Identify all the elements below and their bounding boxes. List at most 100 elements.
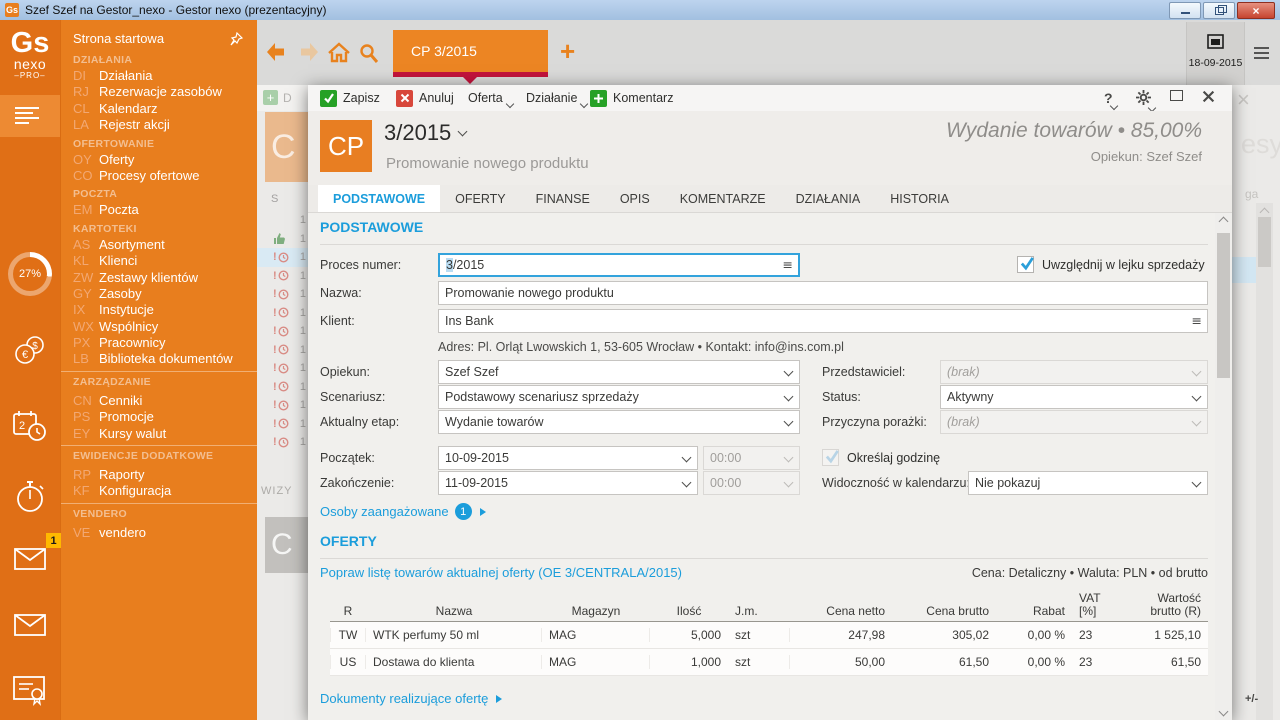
rail-currency-button[interactable]: $ € xyxy=(0,334,60,368)
klient-field[interactable]: Ins Bank ≡ xyxy=(438,309,1208,333)
zakonczenie-time-dropdown: 00:00 xyxy=(703,471,800,495)
tab-komentarze[interactable]: KOMENTARZE xyxy=(665,185,781,212)
help-button[interactable]: ? xyxy=(1104,90,1117,106)
close-button[interactable]: × xyxy=(1237,2,1275,19)
nazwa-field[interactable]: Promowanie nowego produktu xyxy=(438,281,1208,305)
rail-license-button[interactable] xyxy=(0,672,60,708)
comment-button[interactable]: Komentarz xyxy=(590,85,673,111)
sidebar-item-kursy-walut[interactable]: EYKursy walut xyxy=(61,426,257,442)
sidebar-item-konfiguracja[interactable]: KFKonfiguracja xyxy=(61,483,257,499)
godzina-checkbox xyxy=(822,449,839,466)
sidebar-item-promocje[interactable]: PSPromocje xyxy=(61,409,257,425)
tab-oferty[interactable]: OFERTY xyxy=(440,185,520,212)
offer-menu-button[interactable]: Oferta xyxy=(468,85,513,111)
rail-progress-button[interactable]: 27% xyxy=(0,252,60,296)
backdrop-list-row: !1 xyxy=(257,285,308,304)
etap-dropdown[interactable]: Wydanie towarów xyxy=(438,410,800,434)
rail-menu-button[interactable] xyxy=(0,95,60,137)
field-options-icon[interactable]: ≡ xyxy=(1192,310,1202,332)
scroll-down-icon[interactable] xyxy=(1219,707,1229,717)
maximize-dialog-button[interactable] xyxy=(1170,87,1183,106)
rail-planner-button[interactable]: 2 xyxy=(0,408,60,444)
table-row[interactable]: TW WTK perfumy 50 ml MAG 5,000 szt 247,9… xyxy=(330,622,1208,649)
back-button[interactable] xyxy=(265,41,289,68)
sidebar-item-asortyment[interactable]: ASAsortyment xyxy=(61,237,257,253)
lejek-checkbox-group[interactable]: Uwzględnij w lejku sprzedaży xyxy=(1017,256,1205,273)
sidebar-item-biblioteka-dokumentow[interactable]: LBBiblioteka dokumentów xyxy=(61,351,257,367)
scrollbar-thumb[interactable] xyxy=(1217,233,1230,378)
poczatek-time-dropdown: 00:00 xyxy=(703,446,800,470)
dokumenty-link[interactable]: Dokumenty realizujące ofertę xyxy=(320,691,506,706)
sidebar-item-zasoby[interactable]: GYZasoby xyxy=(61,286,257,302)
sidebar-item-raporty[interactable]: RPRaporty xyxy=(61,467,257,483)
navbar-menu-button[interactable] xyxy=(1254,47,1269,62)
opiekun-dropdown[interactable]: Szef Szef xyxy=(438,360,800,384)
tab-podstawowe[interactable]: PODSTAWOWE xyxy=(318,185,440,212)
settings-button[interactable] xyxy=(1136,90,1155,110)
sidebar-item-dzialania[interactable]: DIDziałania xyxy=(61,68,257,84)
sidebar-item-klienci[interactable]: KLKlienci xyxy=(61,253,257,269)
pin-icon[interactable] xyxy=(229,31,243,53)
home-button[interactable] xyxy=(327,41,351,70)
save-button[interactable]: Zapisz xyxy=(320,85,380,111)
sidebar-item-zestawy-klientow[interactable]: ZWZestawy klientów xyxy=(61,270,257,286)
zakonczenie-date-dropdown[interactable]: 11-09-2015 xyxy=(438,471,698,495)
backdrop-list-row: 1 xyxy=(257,211,308,230)
cancel-button[interactable]: Anuluj xyxy=(396,85,454,111)
tab-opis[interactable]: OPIS xyxy=(605,185,665,212)
backdrop-list-row: !1 xyxy=(257,433,308,452)
chevron-down-icon xyxy=(784,453,794,463)
restore-button[interactable] xyxy=(1203,2,1235,19)
rail-mail-button[interactable] xyxy=(0,612,60,638)
sidebar-item-cenniki[interactable]: CNCenniki xyxy=(61,393,257,409)
field-options-icon[interactable]: ≡ xyxy=(783,255,793,275)
sidebar-item-rezerwacje-zasobow[interactable]: RJRezerwacje zasobów xyxy=(61,84,257,100)
app-logo: Gs nexo –PRO– xyxy=(0,28,60,81)
chevron-down-icon xyxy=(458,127,468,137)
rail-inbox-button[interactable]: 1 xyxy=(0,545,60,576)
sidebar-item-strona-startowa[interactable]: Strona startowa xyxy=(61,28,257,50)
backdrop-list-row: !1 xyxy=(257,267,308,286)
widocznosc-dropdown[interactable]: Nie pokazuj xyxy=(968,471,1208,495)
date-widget[interactable]: 18-09-2015 xyxy=(1186,22,1245,85)
tab-dzialania[interactable]: DZIAŁANIA xyxy=(781,185,876,212)
scroll-up-icon[interactable] xyxy=(1219,217,1229,227)
sidebar-item-oferty[interactable]: OYOferty xyxy=(61,152,257,168)
popraw-liste-link[interactable]: Popraw listę towarów aktualnej oferty (O… xyxy=(320,565,682,580)
tab-cp-3-2015[interactable]: CP 3/2015 xyxy=(393,30,548,72)
menu-section-poczta: POCZTA xyxy=(61,187,257,202)
dialog-scrollbar[interactable] xyxy=(1215,213,1232,720)
sidebar-item-vendero[interactable]: VEvendero xyxy=(61,525,257,541)
back-arrow-icon xyxy=(265,41,289,63)
osoby-zaangazowane-link[interactable]: Osoby zaangażowane 1 xyxy=(320,503,490,520)
sidebar-item-kalendarz[interactable]: CLKalendarz xyxy=(61,101,257,117)
backdrop-scrollbar[interactable] xyxy=(1256,203,1273,720)
tab-finanse[interactable]: FINANSE xyxy=(521,185,605,212)
proces-numer-field[interactable]: 3/2015 ≡ xyxy=(438,253,800,277)
new-tab-button[interactable]: + xyxy=(560,36,575,67)
sidebar-item-poczta[interactable]: EMPoczta xyxy=(61,202,257,218)
action-menu-button[interactable]: Działanie xyxy=(526,85,587,111)
zakonczenie-label: Zakończenie: xyxy=(320,471,394,495)
forward-button[interactable] xyxy=(296,41,320,68)
rail-timer-button[interactable] xyxy=(0,478,60,516)
sidebar-item-wspolnicy[interactable]: WXWspólnicy xyxy=(61,319,257,335)
search-button[interactable] xyxy=(358,43,380,70)
chevron-down-icon xyxy=(1192,367,1202,377)
poczatek-date-dropdown[interactable]: 10-09-2015 xyxy=(438,446,698,470)
sidebar-item-rejestr-akcji[interactable]: LARejestr akcji xyxy=(61,117,257,133)
sidebar-item-pracownicy[interactable]: PXPracownicy xyxy=(61,335,257,351)
process-number-dropdown[interactable]: 3/2015 xyxy=(384,120,466,146)
section-title-oferty: OFERTY xyxy=(320,533,377,549)
close-dialog-button[interactable] xyxy=(1202,90,1215,108)
table-row[interactable]: US Dostawa do klienta MAG 1,000 szt 50,0… xyxy=(330,649,1208,676)
section-divider xyxy=(320,244,1208,245)
comment-plus-icon xyxy=(590,90,607,107)
scenariusz-dropdown[interactable]: Podstawowy scenariusz sprzedaży xyxy=(438,385,800,409)
tab-historia[interactable]: HISTORIA xyxy=(875,185,964,212)
sidebar-item-procesy-ofertowe[interactable]: COProcesy ofertowe xyxy=(61,168,257,184)
sidebar-item-instytucje[interactable]: IXInstytucje xyxy=(61,302,257,318)
minimize-button[interactable] xyxy=(1169,2,1201,19)
status-dropdown[interactable]: Aktywny xyxy=(940,385,1208,409)
lejek-checkbox[interactable] xyxy=(1017,256,1034,273)
